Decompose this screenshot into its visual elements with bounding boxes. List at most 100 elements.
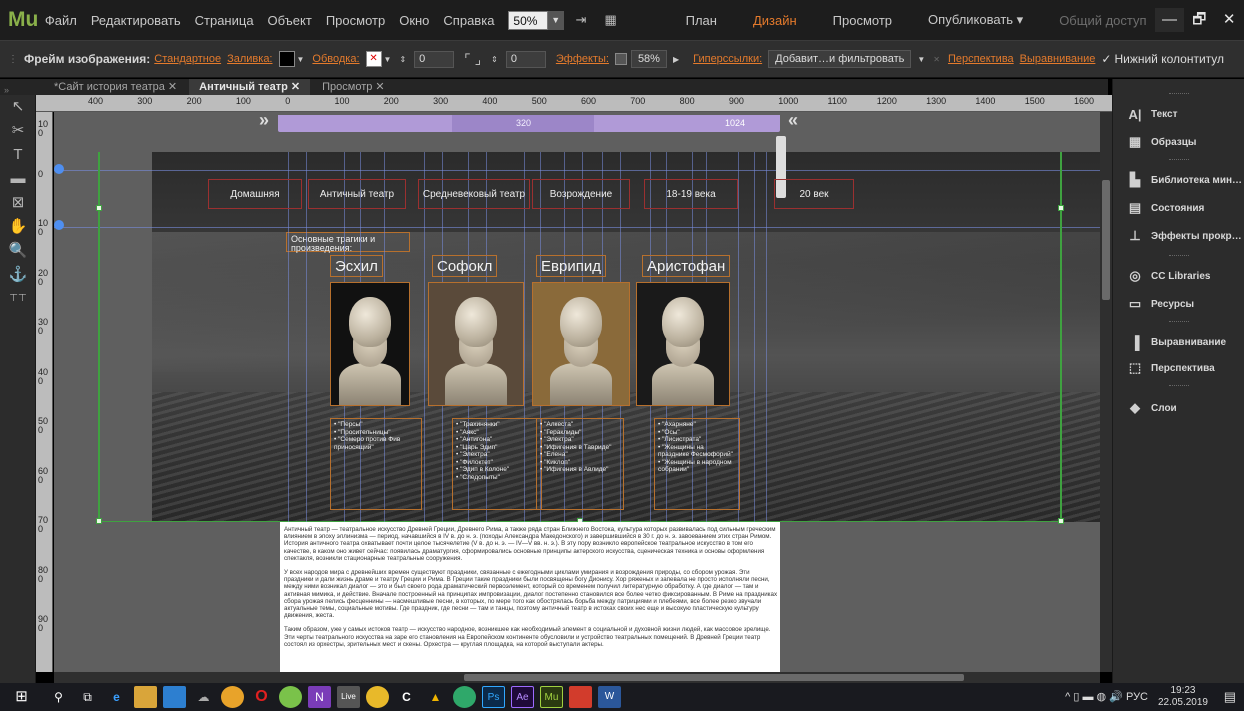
app-icon[interactable] [366, 686, 389, 708]
panel-cc-libraries[interactable]: ◎ CC Libraries [1125, 265, 1210, 287]
chevron-left-icon[interactable]: « [788, 112, 798, 131]
author-name[interactable]: Софокл [432, 255, 498, 277]
menu-page[interactable]: Страница [195, 13, 254, 28]
author-name[interactable]: Аристофан [642, 255, 731, 277]
footer-checkbox-icon[interactable]: ✓ [1101, 52, 1111, 66]
works-list[interactable]: "Трахинянки""Аякс""Антигона""Царь Эдип""… [452, 418, 542, 510]
after-effects-icon[interactable]: Ae [511, 686, 534, 708]
fill-swatch[interactable] [278, 51, 295, 67]
mode-plan[interactable]: План [686, 13, 717, 28]
selection-tool-icon[interactable]: ↖ [0, 95, 36, 119]
fill-link[interactable]: Заливка: [227, 53, 272, 65]
panel-align[interactable]: ▐ Выравнивание [1125, 331, 1226, 353]
horizontal-guide[interactable] [54, 227, 1100, 228]
author-name[interactable]: Еврипид [536, 255, 606, 277]
panel-grip[interactable] [1169, 255, 1189, 257]
panel-layers[interactable]: ◆ Слои [1125, 397, 1177, 419]
windows-start-icon[interactable]: ⊞ [10, 686, 33, 708]
rectangle-tool-icon[interactable]: ▬ [0, 167, 36, 191]
panel-perspective[interactable]: ⬚ Перспектива [1125, 357, 1215, 379]
file-explorer-icon[interactable] [134, 686, 157, 708]
onenote-icon[interactable]: N [308, 686, 331, 708]
hyperlink-select[interactable]: Добавит…и фильтровать [768, 50, 912, 68]
mode-preview[interactable]: Просмотр [833, 13, 892, 28]
search-icon[interactable]: ⚲ [47, 686, 70, 708]
panel-grip[interactable] [1169, 385, 1189, 387]
opera-icon[interactable]: O [250, 686, 273, 708]
resize-handle[interactable] [96, 518, 102, 524]
layout-grid-icon[interactable]: ▦ [604, 12, 616, 28]
task-view-icon[interactable]: ⧉ [76, 686, 99, 708]
panel-grip[interactable] [1169, 159, 1189, 161]
author-portrait-image[interactable] [532, 282, 630, 406]
tab-antique-theatre[interactable]: Античный театр ✕ [189, 79, 311, 95]
text-tool-icon[interactable]: T [0, 143, 36, 167]
nav-menu-item[interactable]: Средневековый театр [418, 179, 530, 209]
panel-grip[interactable] [1169, 93, 1189, 95]
align-link[interactable]: Выравнивание [1020, 53, 1096, 65]
resize-handle[interactable] [96, 205, 102, 211]
nav-menu-item[interactable]: 18-19 века [644, 179, 738, 209]
stroke-width-input[interactable]: 0 [414, 50, 455, 68]
opacity-arrow-icon[interactable]: ▶ [673, 55, 679, 64]
maximize-button[interactable]: 🗗 [1184, 8, 1214, 32]
stroke-link[interactable]: Обводка: [312, 53, 359, 65]
tab-preview[interactable]: Просмотр ✕ [312, 79, 395, 95]
zoom-input[interactable]: 50% [508, 10, 548, 30]
menu-file[interactable]: Файл [45, 13, 77, 28]
article-text[interactable]: Античный театр — театральное искусство Д… [284, 526, 778, 655]
panel-swatches[interactable]: ▦ Образцы [1125, 131, 1197, 153]
breakpoint-right-label[interactable]: 1024 [725, 118, 745, 128]
resize-handle[interactable] [1058, 205, 1064, 211]
works-list[interactable]: "Персы""Просительницы""Семеро против Фив… [330, 418, 422, 510]
effects-icon[interactable] [614, 53, 627, 65]
crop-tool-icon[interactable]: ✂ [0, 119, 36, 143]
panel-collapse-icon[interactable]: » [0, 85, 44, 95]
spacing-input[interactable]: 0 [505, 50, 546, 68]
zoom-tool-icon[interactable]: 🔍 [0, 239, 36, 263]
panel-assets[interactable]: ▭ Ресурсы [1125, 293, 1194, 315]
frame-bounds-icon[interactable]: ⌜ ⌟ [464, 51, 481, 68]
stroke-dropdown-icon[interactable]: ▼ [384, 55, 392, 64]
frame-style-link[interactable]: Стандартное [154, 53, 221, 65]
nav-menu-item[interactable]: 20 век [774, 179, 854, 209]
app-icon[interactable]: C [395, 686, 418, 708]
hyperlink-clear-icon[interactable]: ✕ [933, 55, 940, 64]
app-icon[interactable]: ▲ [424, 686, 447, 708]
mode-design[interactable]: Дизайн [753, 13, 797, 28]
panel-states[interactable]: ▤ Состояния [1125, 197, 1205, 219]
anchor-tool-icon[interactable]: ⚓ [0, 263, 36, 287]
app-icon[interactable] [453, 686, 476, 708]
author-portrait-image[interactable] [636, 282, 730, 406]
author-portrait-image[interactable] [330, 282, 410, 406]
spacing-stepper-icon[interactable]: ⇕ [491, 55, 498, 64]
horizontal-ruler[interactable]: 400 300 200 100 0 100 200 300 400 500 600 700 800 900… [36, 95, 1112, 112]
scroll-thumb[interactable] [464, 674, 964, 681]
menu-window[interactable]: Окно [399, 13, 429, 28]
page-arrow-icon[interactable]: ⇥ [576, 12, 587, 28]
app-icon[interactable] [279, 686, 302, 708]
image-frame-tool-icon[interactable]: ⊠ [0, 191, 36, 215]
panel-widgets-library[interactable]: ▙ Библиотека мин… [1125, 169, 1242, 191]
system-tray[interactable]: ^ ▯ ▬ ◍ 🔊 РУС [1065, 690, 1148, 703]
stroke-stepper-icon[interactable]: ⇕ [399, 55, 406, 64]
language-indicator[interactable]: РУС [1126, 691, 1148, 703]
horizontal-guide[interactable] [54, 170, 1100, 171]
vertical-scrollbar[interactable] [1100, 112, 1112, 672]
vertical-guide[interactable] [306, 152, 307, 522]
menu-view[interactable]: Просмотр [326, 13, 385, 28]
effects-link[interactable]: Эффекты: [556, 53, 609, 65]
guide-marker-icon[interactable] [54, 220, 64, 230]
chrome-icon[interactable] [221, 686, 244, 708]
panel-text[interactable]: A| Текст [1125, 103, 1177, 125]
hand-tool-icon[interactable]: ✋ [0, 215, 36, 239]
clock[interactable]: 19:23 22.05.2019 [1158, 685, 1208, 709]
hyperlinks-link[interactable]: Гиперссылки: [693, 53, 762, 65]
chevron-right-icon[interactable]: » [259, 112, 269, 131]
author-portrait-image[interactable] [428, 282, 524, 406]
edge-browser-icon[interactable]: e [105, 686, 128, 708]
mode-publish[interactable]: Опубликовать ▾ [928, 12, 1023, 28]
stroke-swatch[interactable]: ✕ [365, 51, 382, 67]
app-icon[interactable]: Live [337, 686, 360, 708]
zoom-dropdown-icon[interactable]: ▼ [547, 10, 564, 30]
